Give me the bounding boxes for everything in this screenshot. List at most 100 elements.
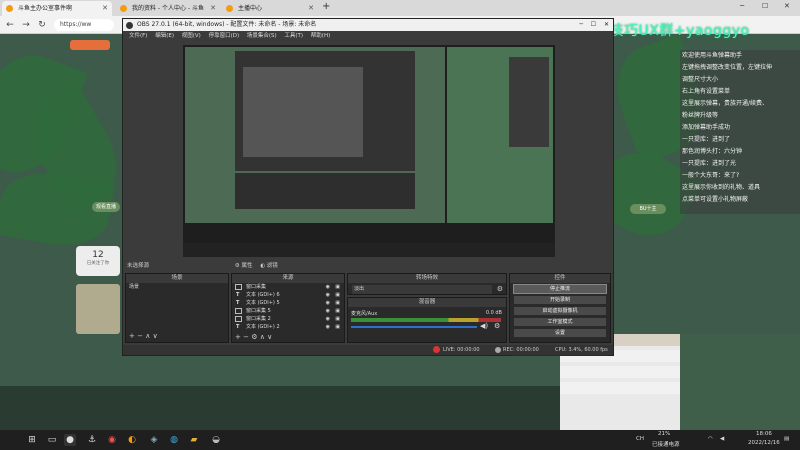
remove-icon[interactable]: − (137, 332, 143, 340)
scene-item[interactable]: 场景 (126, 283, 228, 291)
maximize-button[interactable]: ☐ (762, 2, 768, 10)
douyu-app-icon[interactable]: ◐ (126, 434, 138, 446)
source-label: 文本 (GDI+) 2 (246, 324, 280, 330)
new-tab-button[interactable]: + (322, 1, 330, 12)
obs-close-button[interactable]: ✕ (604, 19, 609, 31)
sources-dock: 来源 窗口采集 ◉ ▣ T 文本 (GDI+) 6 ◉ ▣ T 文本 (GDI+) 5 ◉ ▣ … (231, 273, 345, 343)
streamer-avatar[interactable] (76, 284, 120, 334)
speaker-icon[interactable]: ◀) (480, 322, 488, 330)
menu-scene-collection[interactable]: 场景集合(S) (247, 33, 277, 39)
battery-percent[interactable]: 21% (658, 431, 670, 437)
obs-taskbar-icon[interactable]: ● (64, 434, 76, 446)
up-icon[interactable]: ∧ (145, 332, 150, 340)
app-icon[interactable]: ◉ (106, 434, 118, 446)
down-icon[interactable]: ∨ (153, 332, 158, 340)
tab-close-icon[interactable]: ✕ (102, 1, 108, 16)
transition-select[interactable]: 淡出 (352, 285, 492, 294)
filter-icon[interactable]: ◐ (260, 263, 265, 269)
add-icon[interactable]: + (235, 333, 241, 341)
eye-icon[interactable]: ◉ (326, 323, 330, 331)
follow-label: 已关注了你 (86, 261, 110, 266)
eye-icon[interactable]: ◉ (326, 315, 330, 323)
remove-icon[interactable]: − (243, 333, 249, 341)
clock-time[interactable]: 18:06 (756, 431, 772, 437)
watch-live-button[interactable]: 观看直播 (92, 202, 120, 212)
chat-message: 那色润博头打：六分钟 (682, 148, 743, 155)
eye-icon[interactable]: ◉ (326, 291, 330, 299)
back-icon[interactable]: ← (4, 19, 16, 31)
wifi-icon[interactable]: ◠ (708, 436, 713, 442)
clock-date[interactable]: 2022/12/16 (748, 440, 780, 446)
edge-browser-icon[interactable]: ◍ (168, 434, 180, 446)
volume-slider[interactable] (351, 326, 477, 328)
lock-icon[interactable]: ▣ (335, 307, 340, 315)
task-view-icon[interactable]: ▭ (46, 434, 58, 446)
chat-message: 这里展示弹幕，贵族开通/续费、 (682, 100, 769, 107)
up-icon[interactable]: ∧ (260, 333, 265, 341)
source-label: 窗口采集 5 (246, 308, 271, 314)
menu-docks[interactable]: 停靠窗口(D) (209, 33, 240, 39)
obs-maximize-button[interactable]: ☐ (591, 19, 596, 31)
tab-close-icon[interactable]: ✕ (308, 1, 314, 16)
gear-icon[interactable]: ⚙ (251, 333, 257, 341)
source-item[interactable]: 窗口采集 2 ◉ ▣ (232, 315, 344, 323)
chat-message: 粉丝牌升级等 (682, 112, 719, 119)
chat-message: 一只提库：进到了光 (682, 160, 737, 167)
close-button[interactable]: ✕ (784, 2, 790, 10)
menu-help[interactable]: 帮助(H) (311, 33, 330, 39)
properties-button[interactable]: 属性 (241, 263, 252, 269)
menu-edit[interactable]: 编辑(E) (155, 33, 174, 39)
menu-view[interactable]: 视图(V) (182, 33, 201, 39)
source-item[interactable]: 窗口采集 5 ◉ ▣ (232, 307, 344, 315)
menu-tools[interactable]: 工具(T) (284, 33, 303, 39)
lock-icon[interactable]: ▣ (335, 291, 340, 299)
eye-icon[interactable]: ◉ (326, 299, 330, 307)
start-windows-icon[interactable]: ⊞ (26, 434, 38, 446)
browser-tab-3[interactable]: 主播中心 ✕ (222, 1, 318, 16)
battery-label: 已接通电源 (652, 442, 680, 448)
menu-file[interactable]: 文件(F) (129, 33, 147, 39)
browser-tab-1[interactable]: 斗鱼主办公室事件啊 ✕ (2, 1, 112, 16)
lock-icon[interactable]: ▣ (335, 315, 340, 323)
forward-icon[interactable]: → (20, 19, 32, 31)
volume-icon[interactable]: ◀ (720, 436, 724, 442)
lock-icon[interactable]: ▣ (335, 283, 340, 291)
obs-title: OBS 27.0.1 (64-bit, windows) - 配置文件: 未命名… (137, 21, 317, 28)
file-explorer-icon[interactable]: ▰ (188, 434, 200, 446)
stop-streaming-button[interactable]: 停止推流 (513, 284, 607, 294)
source-toolbar: 未选择源 ⚙ 属性 ◐ 滤镜 (125, 261, 613, 271)
eye-icon[interactable]: ◉ (326, 283, 330, 291)
minimize-button[interactable]: ─ (740, 2, 744, 10)
source-item[interactable]: 窗口采集 ◉ ▣ (232, 283, 344, 291)
add-icon[interactable]: + (129, 332, 135, 340)
settings-button[interactable]: 设置 (513, 328, 607, 338)
gear-icon[interactable]: ⚙ (497, 285, 503, 293)
obs-preview[interactable] (183, 45, 555, 257)
eye-icon[interactable]: ◉ (326, 307, 330, 315)
lock-icon[interactable]: ▣ (335, 299, 340, 307)
panel-button[interactable]: BU十主 (630, 204, 666, 214)
filters-button[interactable]: 滤镜 (267, 263, 278, 269)
source-item[interactable]: T 文本 (GDI+) 2 ◉ ▣ (232, 323, 344, 331)
start-virtual-camera-button[interactable]: 启动虚拟摄像机 (513, 306, 607, 316)
obs-minimize-button[interactable]: ─ (579, 19, 583, 31)
lang-indicator[interactable]: CH (636, 436, 644, 442)
lock-icon[interactable]: ▣ (335, 323, 340, 331)
source-item[interactable]: T 文本 (GDI+) 6 ◉ ▣ (232, 291, 344, 299)
danmaku-assistant-panel[interactable]: 欢迎使用斗鱼弹幕助手 左键拖拽调整改变位置，左键拉伸 调整尺寸大小 右上角有设置… (680, 50, 800, 214)
notification-icon[interactable]: ▤ (784, 436, 789, 442)
browser-tab-2[interactable]: 我的资料 - 个人中心 - 斗鱼 ✕ (116, 1, 220, 16)
rec-status: REC: 00:00:00 (503, 347, 539, 353)
app-icon[interactable]: ◒ (210, 434, 222, 446)
steam-icon[interactable]: ◈ (148, 434, 160, 446)
source-item[interactable]: T 文本 (GDI+) 5 ◉ ▣ (232, 299, 344, 307)
start-recording-button[interactable]: 开始录制 (513, 295, 607, 305)
refresh-icon[interactable]: ↻ (36, 19, 48, 31)
tab-close-icon[interactable]: ✕ (210, 1, 216, 16)
studio-mode-button[interactable]: 工作室模式 (513, 317, 607, 327)
url-field[interactable]: https://ww (54, 19, 114, 31)
gear-icon[interactable]: ⚙ (494, 322, 500, 330)
anchor-app-icon[interactable]: ⚓ (86, 434, 98, 446)
down-icon[interactable]: ∨ (267, 333, 272, 341)
gear-icon[interactable]: ⚙ (235, 263, 240, 269)
